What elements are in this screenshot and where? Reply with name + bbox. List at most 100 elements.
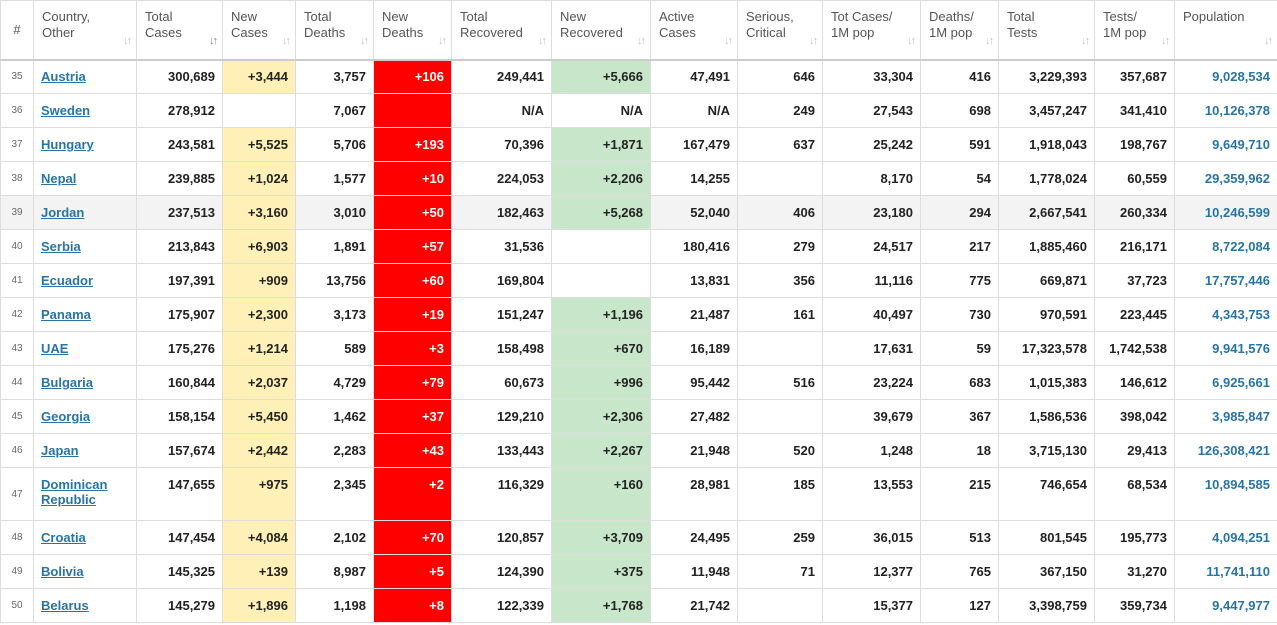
cell-total-tests: 1,586,536 — [998, 399, 1095, 434]
cell-population: 9,028,534 — [1174, 59, 1277, 94]
cell-active-cases: 180,416 — [650, 229, 738, 264]
cell-total-deaths: 2,102 — [295, 520, 374, 555]
cell-new-cases: +975 — [222, 467, 296, 521]
country-link[interactable]: UAE — [41, 341, 68, 356]
population-link[interactable]: 10,894,585 — [1205, 477, 1270, 492]
cell-total-recovered: 182,463 — [451, 195, 552, 230]
cell-total-deaths: 2,283 — [295, 433, 374, 468]
cell-total-cases: 147,454 — [136, 520, 223, 555]
population-link[interactable]: 8,722,084 — [1212, 239, 1270, 254]
header-label: Total Cases — [145, 9, 182, 40]
header-population[interactable]: Population ↓↑ — [1174, 0, 1277, 61]
cell-new-cases: +5,450 — [222, 399, 296, 434]
country-link[interactable]: Hungary — [41, 137, 94, 152]
cell-population: 126,308,421 — [1174, 433, 1277, 468]
population-link[interactable]: 10,246,599 — [1205, 205, 1270, 220]
sort-arrows-icon[interactable]: ↓↑ — [907, 33, 916, 49]
header-total-cases[interactable]: Total Cases ↓↑ — [136, 0, 223, 61]
cell-total-deaths: 4,729 — [295, 365, 374, 400]
cell-new-cases: +909 — [222, 263, 296, 298]
cell-deaths-1m: 591 — [920, 127, 999, 162]
cell-population: 10,246,599 — [1174, 195, 1277, 230]
header-serious[interactable]: Serious, Critical ↓↑ — [737, 0, 823, 61]
sort-arrows-icon[interactable]: ↓↑ — [637, 33, 646, 49]
cell-total-tests: 3,229,393 — [998, 59, 1095, 94]
population-link[interactable]: 9,941,576 — [1212, 341, 1270, 356]
table-row: 41 Ecuador 197,391 +909 13,756 +60 169,804 13,8… — [0, 263, 1277, 298]
header-active-cases[interactable]: Active Cases ↓↑ — [650, 0, 738, 61]
population-link[interactable]: 4,343,753 — [1212, 307, 1270, 322]
population-link[interactable]: 9,028,534 — [1212, 69, 1270, 84]
header-num: # — [0, 0, 34, 61]
cell-num: 48 — [0, 520, 34, 555]
country-link[interactable]: Belarus — [41, 598, 89, 613]
cell-new-deaths: +106 — [373, 59, 452, 94]
header-total-deaths[interactable]: Total Deaths ↓↑ — [295, 0, 374, 61]
cell-population: 17,757,446 — [1174, 263, 1277, 298]
country-link[interactable]: Dominican Republic — [41, 477, 107, 507]
sort-arrows-icon[interactable]: ↓↑ — [282, 33, 291, 49]
header-country[interactable]: Country, Other ↓↑ — [33, 0, 137, 61]
country-link[interactable]: Panama — [41, 307, 91, 322]
cell-new-cases: +1,024 — [222, 161, 296, 196]
country-link[interactable]: Bulgaria — [41, 375, 93, 390]
sort-arrows-icon[interactable]: ↓↑ — [209, 33, 218, 49]
cell-tot-cases-1m: 23,224 — [822, 365, 921, 400]
sort-arrows-icon[interactable]: ↓↑ — [1161, 33, 1170, 49]
sort-arrows-icon[interactable]: ↓↑ — [438, 33, 447, 49]
cell-new-recovered: +670 — [551, 331, 651, 366]
header-label: Serious, Critical — [746, 9, 794, 40]
country-link[interactable]: Bolivia — [41, 564, 84, 579]
cell-new-deaths: +79 — [373, 365, 452, 400]
cell-deaths-1m: 683 — [920, 365, 999, 400]
population-link[interactable]: 11,741,110 — [1206, 564, 1270, 579]
country-link[interactable]: Serbia — [41, 239, 81, 254]
sort-arrows-icon[interactable]: ↓↑ — [1081, 33, 1090, 49]
cell-new-deaths: +70 — [373, 520, 452, 555]
cell-active-cases: 13,831 — [650, 263, 738, 298]
country-link[interactable]: Austria — [41, 69, 86, 84]
cell-population: 8,722,084 — [1174, 229, 1277, 264]
cell-total-deaths: 1,462 — [295, 399, 374, 434]
population-link[interactable]: 4,094,251 — [1212, 530, 1270, 545]
population-link[interactable]: 126,308,421 — [1198, 443, 1270, 458]
cell-new-recovered: N/A — [551, 93, 651, 128]
country-link[interactable]: Jordan — [41, 205, 84, 220]
country-link[interactable]: Croatia — [41, 530, 86, 545]
population-link[interactable]: 9,649,710 — [1212, 137, 1270, 152]
cell-total-recovered: 60,673 — [451, 365, 552, 400]
cell-tests-1m: 1,742,538 — [1094, 331, 1175, 366]
population-link[interactable]: 9,447,977 — [1212, 598, 1270, 613]
sort-arrows-icon[interactable]: ↓↑ — [985, 33, 994, 49]
country-link[interactable]: Japan — [41, 443, 79, 458]
sort-arrows-icon[interactable]: ↓↑ — [538, 33, 547, 49]
header-new-deaths[interactable]: New Deaths ↓↑ — [373, 0, 452, 61]
population-link[interactable]: 3,985,847 — [1212, 409, 1270, 424]
header-new-recovered[interactable]: New Recovered ↓↑ — [551, 0, 651, 61]
sort-arrows-icon[interactable]: ↓↑ — [809, 33, 818, 49]
country-link[interactable]: Georgia — [41, 409, 90, 424]
header-new-cases[interactable]: New Cases ↓↑ — [222, 0, 296, 61]
population-link[interactable]: 10,126,378 — [1205, 103, 1270, 118]
cell-new-recovered: +1,196 — [551, 297, 651, 332]
population-link[interactable]: 6,925,661 — [1212, 375, 1270, 390]
sort-arrows-icon[interactable]: ↓↑ — [123, 33, 132, 49]
country-link[interactable]: Nepal — [41, 171, 76, 186]
sort-arrows-icon[interactable]: ↓↑ — [1264, 33, 1273, 49]
population-link[interactable]: 29,359,962 — [1205, 171, 1270, 186]
header-total-recovered[interactable]: Total Recovered ↓↑ — [451, 0, 552, 61]
header-tests-1m[interactable]: Tests/ 1M pop ↓↑ — [1094, 0, 1175, 61]
cell-active-cases: 21,948 — [650, 433, 738, 468]
country-link[interactable]: Ecuador — [41, 273, 93, 288]
cell-population: 9,447,977 — [1174, 588, 1277, 623]
header-deaths-1m[interactable]: Deaths/ 1M pop ↓↑ — [920, 0, 999, 61]
header-tot-cases-1m[interactable]: Tot Cases/ 1M pop ↓↑ — [822, 0, 921, 61]
cell-new-recovered: +375 — [551, 554, 651, 589]
country-link[interactable]: Sweden — [41, 103, 90, 118]
sort-arrows-icon[interactable]: ↓↑ — [724, 33, 733, 49]
cell-total-recovered: 133,443 — [451, 433, 552, 468]
sort-arrows-icon[interactable]: ↓↑ — [360, 33, 369, 49]
population-link[interactable]: 17,757,446 — [1205, 273, 1270, 288]
header-label: Active Cases — [659, 9, 696, 40]
header-total-tests[interactable]: Total Tests ↓↑ — [998, 0, 1095, 61]
